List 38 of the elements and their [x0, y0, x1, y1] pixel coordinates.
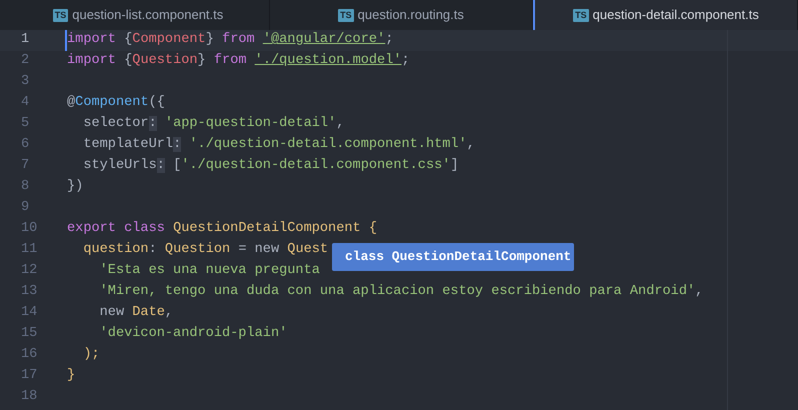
code-line: );: [82, 346, 100, 364]
line-number: 7: [20, 157, 30, 176]
line-number: 11: [20, 241, 38, 260]
code-line: import {Component} from '@angular/core';: [65, 30, 394, 51]
code-line: 'Miren, tengo una duda con una aplicacion estoy escribiendo para Android',: [98, 283, 704, 302]
code-line: templateUrl: './question-detail.component.html',: [82, 136, 475, 154]
line-number: 4: [20, 94, 30, 112]
code-line: 'devicon-android-plain': [98, 325, 288, 344]
line-number: 14: [20, 304, 38, 322]
tooltip: class QuestionDetailComponent: [332, 243, 574, 271]
code-line: styleUrls: ['./question-detail.component.css']: [82, 157, 459, 176]
typescript-file-icon: TS: [338, 8, 354, 22]
code-line: export class QuestionDetailComponent {: [67, 220, 378, 238]
line-number: 16: [20, 346, 38, 364]
typescript-file-icon: TS: [52, 8, 68, 22]
line-number: 3: [20, 73, 30, 92]
line-number: 13: [20, 283, 38, 302]
code-line: }): [67, 178, 84, 196]
line-number: 9: [20, 199, 30, 218]
line-number: 10: [20, 220, 38, 238]
code-line: new Date,: [98, 304, 174, 322]
line-number: 17: [20, 367, 38, 386]
line-number: 5: [20, 115, 30, 134]
line-number: 6: [20, 136, 30, 154]
line-number: 1: [20, 31, 30, 50]
code-line: 'Esta es una nueva pregunta: [98, 262, 320, 280]
code-line: }: [67, 367, 76, 386]
code-line: question: Question = new Quest: [82, 241, 328, 260]
typescript-file-icon: TS: [573, 8, 589, 22]
line-number: 8: [20, 178, 30, 196]
code-line: selector: 'app-question-detail',: [82, 115, 344, 134]
editor-tab[interactable]: TS question-detail.component.ts: [533, 0, 798, 30]
line-number: 15: [20, 325, 38, 344]
code-line: import {Question} from './question.model';: [67, 52, 410, 70]
code-line: @Component({: [67, 94, 165, 112]
line-number: 2: [20, 52, 30, 70]
line-number: 12: [20, 262, 38, 280]
line-number: 18: [20, 388, 38, 406]
